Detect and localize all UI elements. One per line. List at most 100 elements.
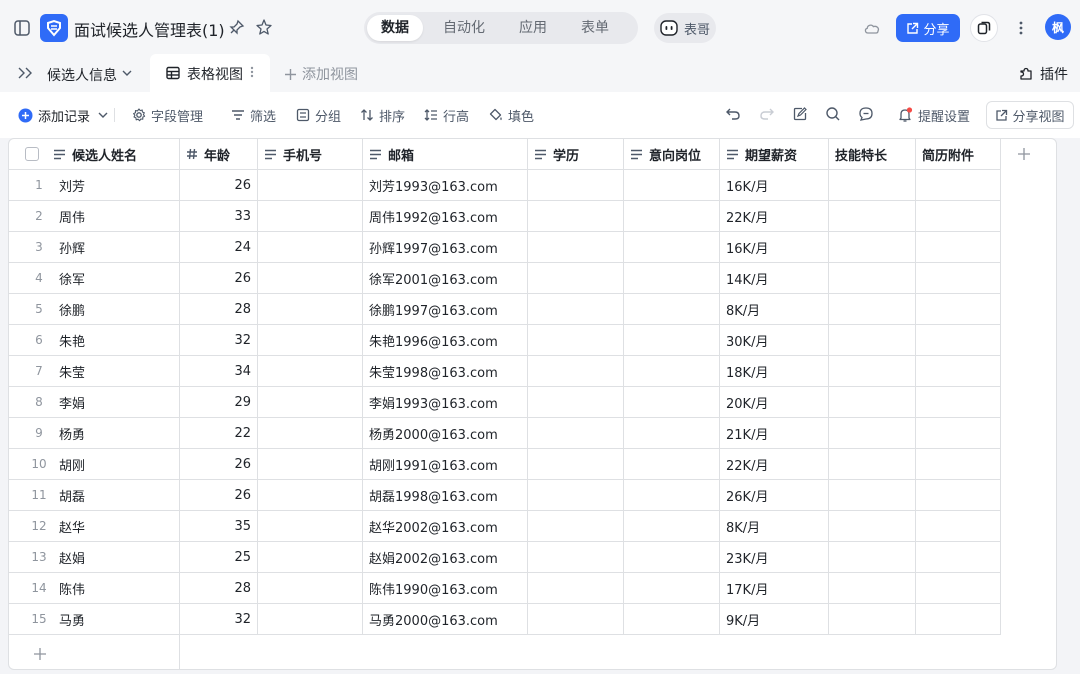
table-row[interactable]: 6 朱艳 32 朱艳1996@163.com 30K/月 [9, 325, 1001, 356]
cell-skills[interactable] [829, 294, 916, 325]
cell-education[interactable] [528, 480, 624, 511]
cell-age[interactable]: 24 [180, 232, 258, 263]
cell-resume[interactable] [916, 263, 1001, 294]
tab-automation[interactable]: 自动化 [429, 15, 499, 41]
cell-education[interactable] [528, 387, 624, 418]
cell-salary[interactable]: 30K/月 [720, 325, 829, 356]
comment-icon[interactable] [858, 106, 876, 124]
column-header-phone[interactable]: 手机号 [258, 139, 363, 170]
filter-button[interactable]: 筛选 [231, 106, 276, 125]
table-row[interactable]: 10 胡刚 26 胡刚1991@163.com 22K/月 [9, 449, 1001, 480]
cell-phone[interactable] [258, 232, 363, 263]
fill-color-button[interactable]: 填色 [489, 106, 534, 125]
cell-email[interactable]: 李娟1993@163.com [363, 387, 528, 418]
cell-education[interactable] [528, 201, 624, 232]
cell-candidate-name[interactable]: 13 赵娟 [9, 542, 180, 573]
share-view-button[interactable]: 分享视图 [986, 101, 1074, 129]
chevron-down-icon[interactable] [98, 111, 108, 119]
cell-resume[interactable] [916, 170, 1001, 201]
cell-resume[interactable] [916, 604, 1001, 635]
cell-phone[interactable] [258, 480, 363, 511]
column-header-age[interactable]: 年龄 [180, 139, 258, 170]
row-height-button[interactable]: 行高 [424, 106, 469, 125]
table-row[interactable]: 14 陈伟 28 陈伟1990@163.com 17K/月 [9, 573, 1001, 604]
cell-resume[interactable] [916, 573, 1001, 604]
cell-age[interactable]: 32 [180, 604, 258, 635]
plugins-button[interactable]: 插件 [1018, 64, 1068, 84]
cell-resume[interactable] [916, 542, 1001, 573]
cell-education[interactable] [528, 604, 624, 635]
cell-education[interactable] [528, 232, 624, 263]
cell-candidate-name[interactable]: 12 赵华 [9, 511, 180, 542]
cell-age[interactable]: 26 [180, 263, 258, 294]
cell-candidate-name[interactable]: 11 胡磊 [9, 480, 180, 511]
cell-phone[interactable] [258, 263, 363, 294]
cell-position[interactable] [624, 170, 720, 201]
cell-education[interactable] [528, 418, 624, 449]
cell-position[interactable] [624, 263, 720, 294]
cell-age[interactable]: 29 [180, 387, 258, 418]
table-row[interactable]: 7 朱莹 34 朱莹1998@163.com 18K/月 [9, 356, 1001, 387]
expand-sidebar-icon[interactable] [16, 65, 34, 81]
cell-phone[interactable] [258, 449, 363, 480]
cell-skills[interactable] [829, 511, 916, 542]
cell-age[interactable]: 34 [180, 356, 258, 387]
cell-phone[interactable] [258, 325, 363, 356]
cell-phone[interactable] [258, 356, 363, 387]
cell-phone[interactable] [258, 201, 363, 232]
cell-age[interactable]: 26 [180, 480, 258, 511]
cell-education[interactable] [528, 511, 624, 542]
cell-candidate-name[interactable]: 10 胡刚 [9, 449, 180, 480]
cell-email[interactable]: 马勇2000@163.com [363, 604, 528, 635]
cell-skills[interactable] [829, 325, 916, 356]
cell-phone[interactable] [258, 573, 363, 604]
cell-candidate-name[interactable]: 7 朱莹 [9, 356, 180, 387]
cell-education[interactable] [528, 263, 624, 294]
cell-skills[interactable] [829, 232, 916, 263]
cell-phone[interactable] [258, 542, 363, 573]
table-row[interactable]: 9 杨勇 22 杨勇2000@163.com 21K/月 [9, 418, 1001, 449]
reminder-settings-button[interactable]: 提醒设置 [897, 106, 970, 125]
cell-salary[interactable]: 9K/月 [720, 604, 829, 635]
cell-skills[interactable] [829, 170, 916, 201]
tab-data[interactable]: 数据 [367, 15, 423, 41]
cell-email[interactable]: 胡刚1991@163.com [363, 449, 528, 480]
cell-resume[interactable] [916, 511, 1001, 542]
table-row[interactable]: 3 孙辉 24 孙辉1997@163.com 16K/月 [9, 232, 1001, 263]
field-manage-button[interactable]: 字段管理 [132, 106, 203, 125]
cell-candidate-name[interactable]: 4 徐军 [9, 263, 180, 294]
tab-apps[interactable]: 应用 [505, 15, 561, 41]
document-title[interactable]: 面试候选人管理表(1) [74, 17, 225, 41]
cell-email[interactable]: 周伟1992@163.com [363, 201, 528, 232]
cell-resume[interactable] [916, 480, 1001, 511]
cell-email[interactable]: 赵娟2002@163.com [363, 542, 528, 573]
cell-resume[interactable] [916, 201, 1001, 232]
group-button[interactable]: 分组 [296, 106, 341, 125]
select-all-checkbox[interactable] [25, 147, 39, 161]
cell-phone[interactable] [258, 511, 363, 542]
cell-skills[interactable] [829, 387, 916, 418]
table-selector[interactable]: 候选人信息 [47, 65, 117, 85]
cell-position[interactable] [624, 201, 720, 232]
cell-skills[interactable] [829, 449, 916, 480]
cell-salary[interactable]: 20K/月 [720, 387, 829, 418]
cell-skills[interactable] [829, 201, 916, 232]
cell-age[interactable]: 28 [180, 573, 258, 604]
add-column-icon[interactable] [1015, 145, 1033, 163]
cell-age[interactable]: 35 [180, 511, 258, 542]
cloud-sync-icon[interactable] [862, 19, 882, 37]
star-icon[interactable] [254, 17, 274, 37]
add-row-icon[interactable] [32, 646, 48, 662]
cell-education[interactable] [528, 573, 624, 604]
cell-position[interactable] [624, 418, 720, 449]
column-header-education[interactable]: 学历 [528, 139, 624, 170]
cell-salary[interactable]: 22K/月 [720, 449, 829, 480]
cell-candidate-name[interactable]: 8 李娟 [9, 387, 180, 418]
table-row[interactable]: 4 徐军 26 徐军2001@163.com 14K/月 [9, 263, 1001, 294]
table-row[interactable]: 12 赵华 35 赵华2002@163.com 8K/月 [9, 511, 1001, 542]
cell-education[interactable] [528, 294, 624, 325]
cell-position[interactable] [624, 294, 720, 325]
cell-candidate-name[interactable]: 14 陈伟 [9, 573, 180, 604]
cell-salary[interactable]: 8K/月 [720, 511, 829, 542]
pin-icon[interactable] [228, 18, 246, 36]
